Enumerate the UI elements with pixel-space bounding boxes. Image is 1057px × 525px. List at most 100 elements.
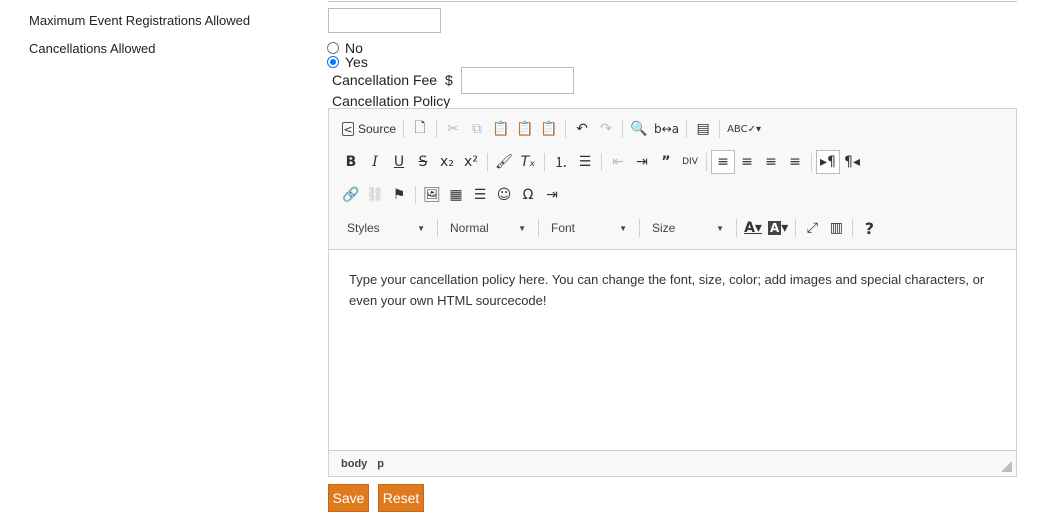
toolbar-separator [601, 153, 602, 171]
superscript-icon[interactable]: x² [459, 150, 483, 174]
strikethrough-icon[interactable]: S [411, 150, 435, 174]
table-icon[interactable]: ▦ [444, 183, 468, 207]
cut-icon[interactable]: ✂ [441, 117, 465, 141]
cancellation-policy-label: Cancellation Policy [332, 93, 451, 109]
editor-content[interactable]: Type your cancellation policy here. You … [349, 269, 999, 311]
text-color-icon[interactable]: A▾ [741, 216, 765, 240]
reset-button[interactable]: Reset [378, 484, 424, 512]
toolbar-separator [686, 120, 688, 138]
toolbar-separator [415, 186, 416, 204]
numbered-list-icon[interactable]: ⒈ [549, 150, 573, 174]
paste-word-icon[interactable]: 📋 [537, 117, 561, 141]
currency-symbol: $ [445, 72, 453, 88]
save-button[interactable]: Save [328, 484, 369, 512]
toolbar-separator [639, 219, 640, 237]
underline-icon[interactable]: U [387, 150, 411, 174]
toolbar-separator [565, 120, 567, 138]
spellcheck-icon[interactable]: ABC✓▾ [724, 117, 764, 141]
format-dropdown[interactable]: Normal ▼ [442, 216, 534, 240]
source-button[interactable]: < Source [339, 117, 399, 141]
size-label: Size [652, 221, 676, 235]
toolbar-separator [795, 219, 797, 237]
max-registrations-label: Maximum Event Registrations Allowed [29, 13, 251, 28]
paste-icon[interactable]: 📋 [489, 117, 513, 141]
help-icon[interactable]: ? [857, 216, 881, 240]
italic-icon[interactable]: I [363, 150, 387, 174]
format-label: Normal [450, 221, 489, 235]
resize-handle-icon[interactable] [1001, 461, 1012, 472]
text-direction-rtl-icon[interactable]: ¶◂ [840, 150, 864, 174]
toolbar-separator [487, 153, 488, 171]
radio-no[interactable] [327, 42, 339, 54]
show-blocks-icon[interactable]: ▥ [824, 216, 848, 240]
editor-path-bar: body p [329, 450, 1016, 476]
horizontal-line-icon[interactable]: ☰ [468, 183, 492, 207]
bulleted-list-icon[interactable]: ☰ [573, 150, 597, 174]
copy-icon[interactable]: ⧉ [465, 117, 489, 141]
rich-text-editor: < Source 🗋 ✂ ⧉ 📋 📋 📋 ↶ ↷ 🔍 b↔a ▤ ABC✓▾ B [328, 108, 1017, 477]
toolbar-separator [622, 120, 624, 138]
chevron-down-icon: ▼ [417, 223, 425, 233]
cancellation-fee-label: Cancellation Fee [332, 72, 438, 88]
styles-label: Styles [347, 221, 380, 235]
toolbar-row-1: < Source 🗋 ✂ ⧉ 📋 📋 📋 ↶ ↷ 🔍 b↔a ▤ ABC✓▾ [339, 116, 764, 142]
bold-icon[interactable]: B [339, 150, 363, 174]
toolbar-separator [719, 120, 721, 138]
justify-icon[interactable]: ≡ [783, 150, 807, 174]
maximize-icon[interactable]: ⤢ [800, 216, 824, 240]
page-break-icon[interactable]: ⇥ [540, 183, 564, 207]
remove-format-icon[interactable]: Tₓ [516, 150, 540, 174]
paste-text-icon[interactable]: 📋 [513, 117, 537, 141]
cancellation-fee-input[interactable] [461, 67, 574, 94]
chevron-down-icon: ▼ [518, 223, 526, 233]
toolbar-separator [811, 153, 812, 171]
align-center-icon[interactable]: ≡ [735, 150, 759, 174]
div-container-icon[interactable]: DIV [678, 150, 702, 174]
find-icon[interactable]: 🔍 [627, 117, 651, 141]
image-icon[interactable]: 🖼 [420, 183, 444, 207]
radio-yes[interactable] [327, 56, 339, 68]
toolbar-row-4: Styles ▼ Normal ▼ Font ▼ Size ▼ A▾ A▾ ⤢ [339, 215, 881, 241]
background-color-icon[interactable]: A ▾ [765, 216, 791, 240]
path-body[interactable]: body [341, 458, 367, 470]
toolbar-separator [436, 120, 438, 138]
toolbar-separator [852, 219, 854, 237]
toolbar-separator [538, 219, 539, 237]
chevron-down-icon: ▼ [716, 223, 724, 233]
subscript-icon[interactable]: x₂ [435, 150, 459, 174]
preview-icon[interactable]: 🗋 [408, 117, 432, 141]
toolbar-separator [403, 120, 405, 138]
toolbar-row-2: B I U S x₂ x² 🖌 Tₓ ⒈ ☰ ⇤ ⇥ ” DIV ≡ ≡ ≡ ≡… [339, 149, 864, 175]
radio-yes-label[interactable]: Yes [345, 54, 368, 70]
select-all-icon[interactable]: ▤ [691, 117, 715, 141]
align-right-icon[interactable]: ≡ [759, 150, 783, 174]
copy-formatting-icon[interactable]: 🖌 [492, 150, 516, 174]
max-registrations-input[interactable] [328, 8, 441, 33]
toolbar-separator [736, 219, 737, 237]
toolbar-separator [544, 153, 545, 171]
blockquote-icon[interactable]: ” [654, 150, 678, 174]
section-divider [328, 0, 1017, 2]
toolbar-separator [706, 153, 707, 171]
anchor-flag-icon[interactable]: ⚑ [387, 183, 411, 207]
chevron-down-icon: ▼ [619, 223, 627, 233]
editor-toolbar: < Source 🗋 ✂ ⧉ 📋 📋 📋 ↶ ↷ 🔍 b↔a ▤ ABC✓▾ B [329, 109, 1016, 250]
decrease-indent-icon[interactable]: ⇤ [606, 150, 630, 174]
special-char-icon[interactable]: Ω [516, 183, 540, 207]
increase-indent-icon[interactable]: ⇥ [630, 150, 654, 174]
unlink-icon[interactable]: ⛓ [363, 183, 387, 207]
styles-dropdown[interactable]: Styles ▼ [339, 216, 433, 240]
size-dropdown[interactable]: Size ▼ [644, 216, 732, 240]
path-p[interactable]: p [377, 458, 384, 470]
toolbar-separator [437, 219, 438, 237]
font-label: Font [551, 221, 576, 235]
font-dropdown[interactable]: Font ▼ [543, 216, 635, 240]
undo-icon[interactable]: ↶ [570, 117, 594, 141]
replace-icon[interactable]: b↔a [651, 117, 682, 141]
redo-icon[interactable]: ↷ [594, 117, 618, 141]
text-direction-ltr-icon[interactable]: ▸¶ [816, 150, 840, 174]
cancellations-label: Cancellations Allowed [29, 41, 156, 56]
align-left-icon[interactable]: ≡ [711, 150, 735, 174]
smiley-icon[interactable]: ☺ [492, 183, 516, 207]
link-icon[interactable]: 🔗 [339, 183, 363, 207]
